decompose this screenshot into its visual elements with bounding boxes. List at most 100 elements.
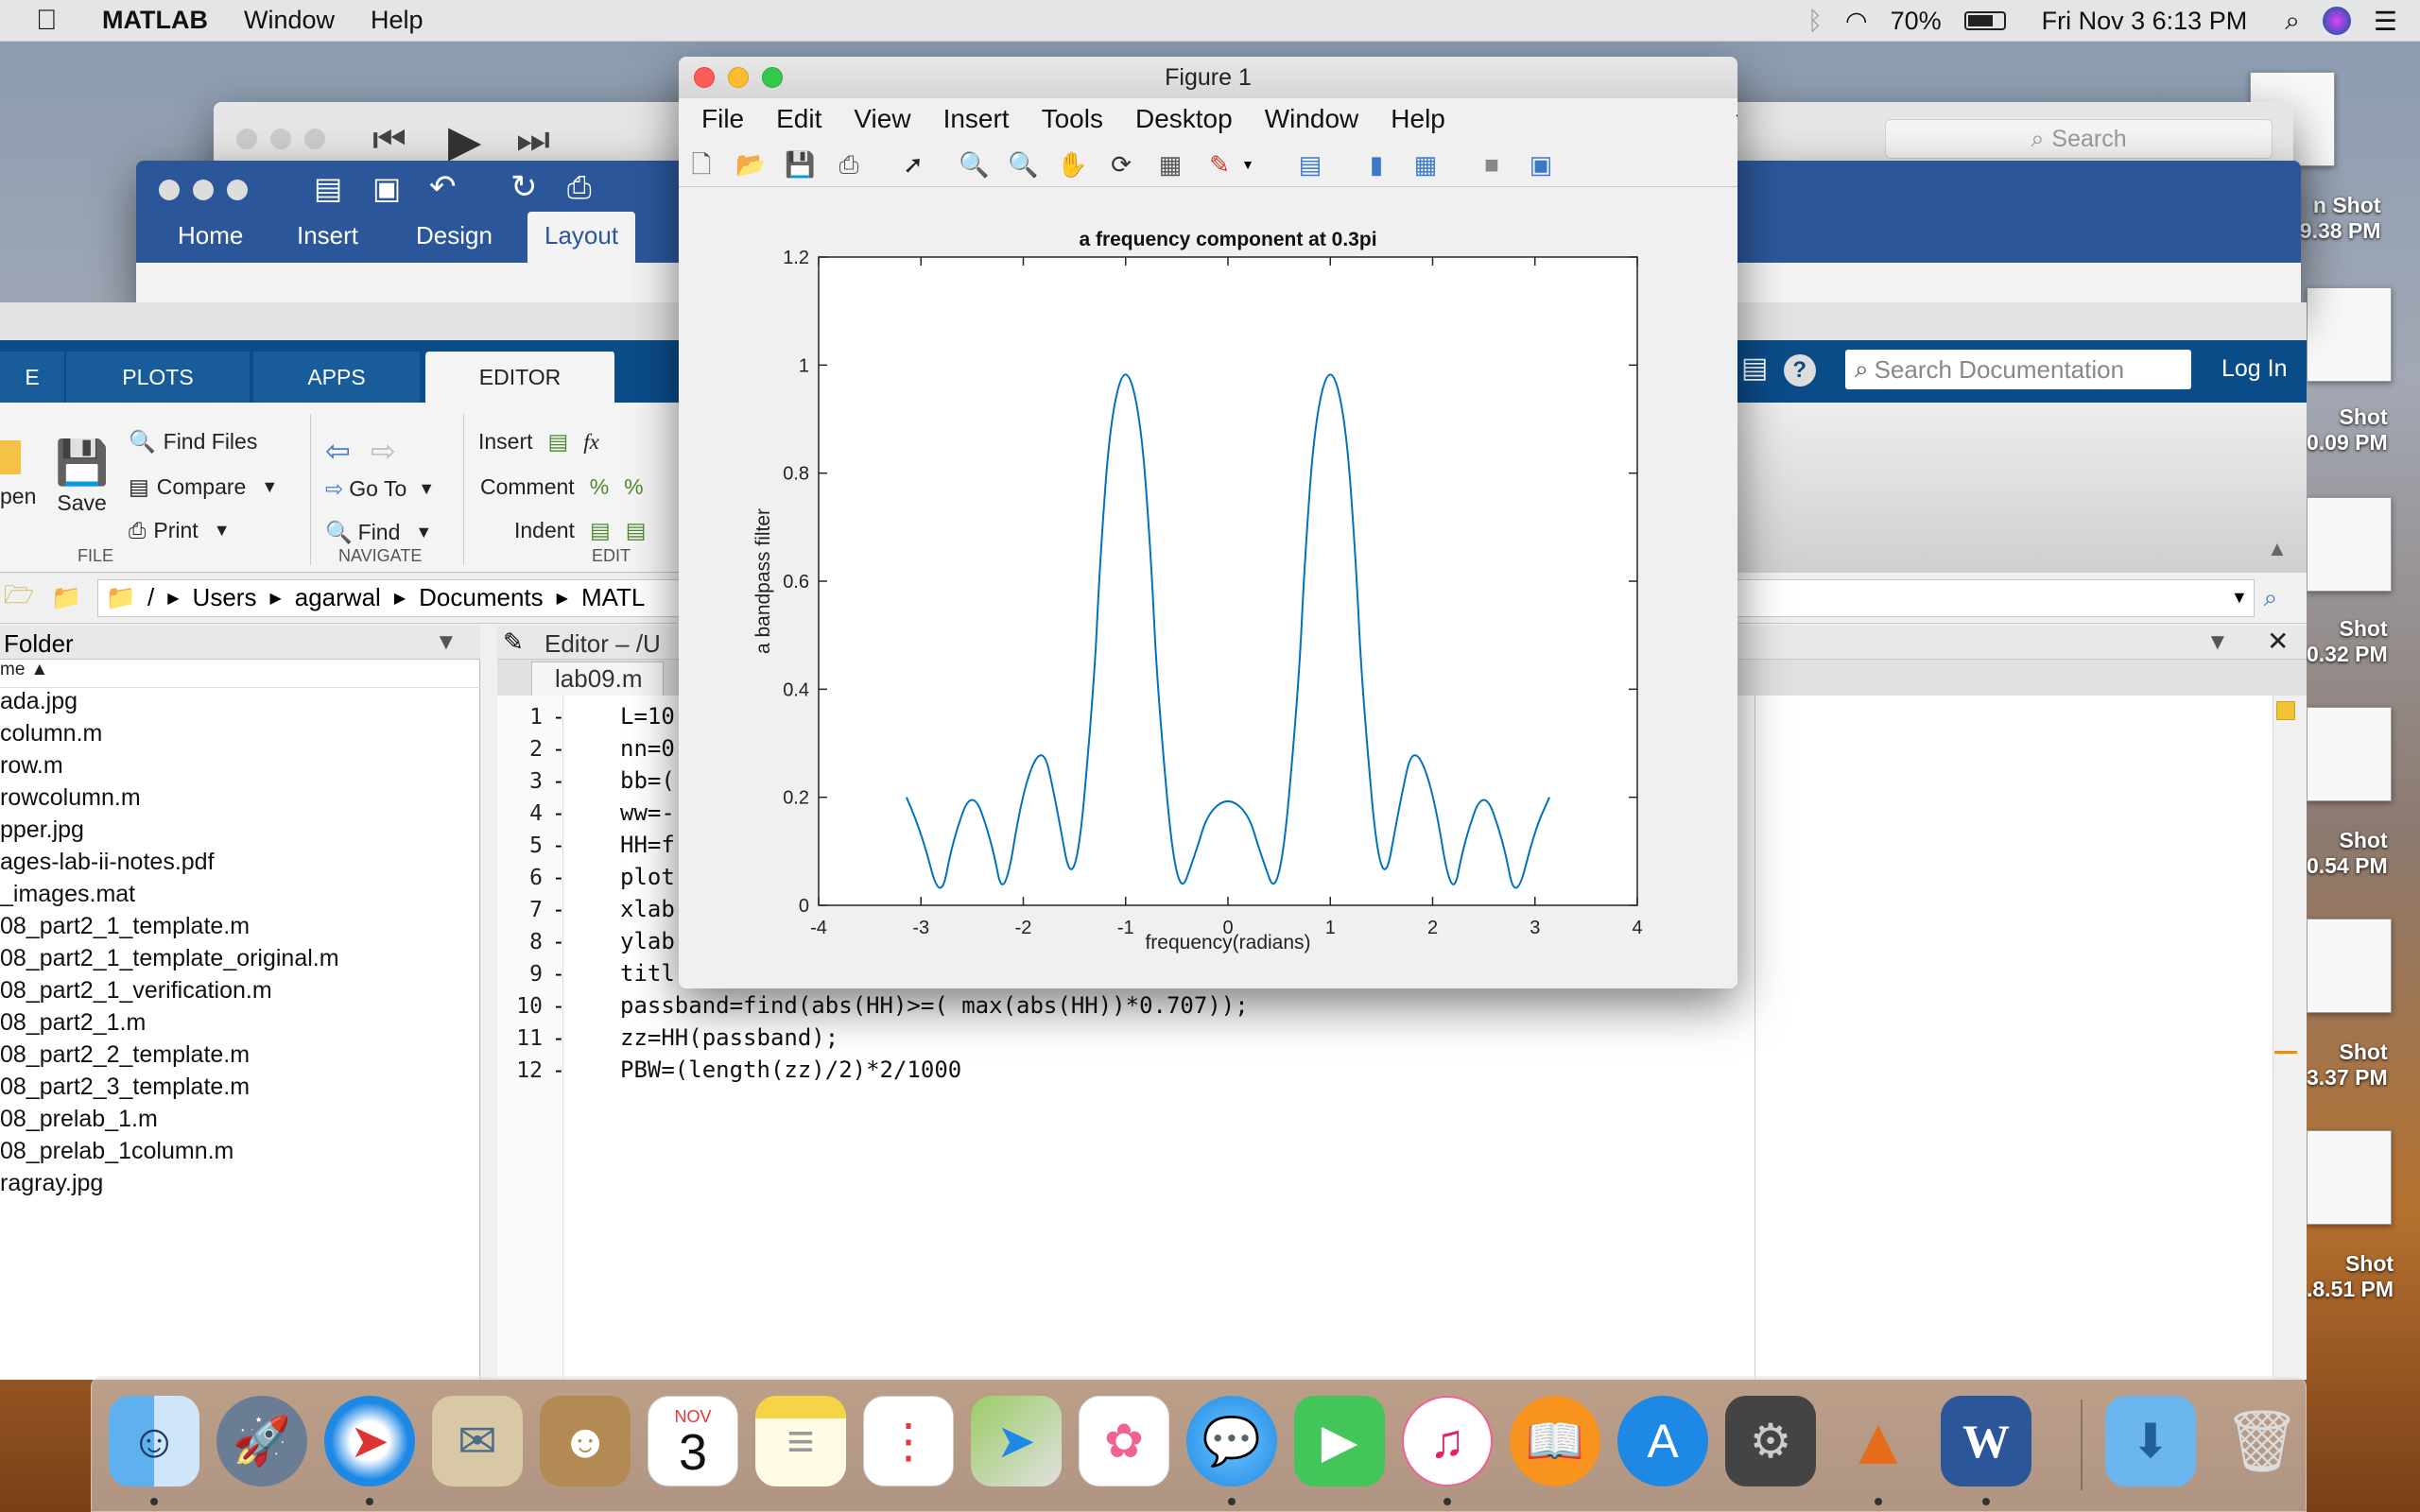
new-figure-icon[interactable]: 🗋 <box>686 149 717 180</box>
menu-insert[interactable]: Insert <box>943 104 1010 134</box>
bluetooth-icon[interactable]: ᛒ <box>1807 7 1823 36</box>
desktop-file-label[interactable]: Shot 0.32 PM <box>2307 616 2388 667</box>
tab-partial[interactable]: E <box>0 352 66 403</box>
matlab-icon[interactable]: ▲ <box>1833 1396 1924 1486</box>
play-icon[interactable]: ▶ <box>448 115 481 166</box>
menu-help[interactable]: Help <box>371 6 424 35</box>
comment-button[interactable]: Comment%% <box>480 474 644 500</box>
pan-hand-icon[interactable]: ✋ <box>1057 149 1087 180</box>
search-folder-icon[interactable]: ⌕ <box>2264 583 2278 613</box>
breakpoint-marker[interactable]: - <box>552 866 565 890</box>
clock[interactable]: Fri Nov 3 6:13 PM <box>2042 7 2248 36</box>
find-button[interactable]: 🔍 Find ▼ <box>325 520 432 545</box>
desktop-file-label[interactable]: Shot .8.51 PM <box>2307 1251 2394 1302</box>
undo-icon[interactable]: ↶ <box>429 168 457 206</box>
desktop-file-label[interactable]: n Shot ..9.38 PM <box>2288 193 2380 244</box>
rotate-3d-icon[interactable]: ⟳ <box>1106 149 1136 180</box>
siri-icon[interactable] <box>2322 7 2351 35</box>
code-line[interactable]: ylab <box>620 928 675 954</box>
chevron-down-icon[interactable]: ▼ <box>1233 149 1263 180</box>
browse-folder-icon[interactable]: 📁 <box>51 583 81 612</box>
brush-icon[interactable]: ✎ <box>1204 149 1235 180</box>
name-column-header[interactable]: me ▲ <box>0 660 480 688</box>
tab-insert[interactable]: Insert <box>297 221 358 250</box>
app-store-icon[interactable]: A <box>1617 1396 1708 1486</box>
zoom-out-icon[interactable]: 🔍 <box>1008 149 1038 180</box>
battery-percent[interactable]: 70% <box>1891 7 1942 36</box>
screenshot-thumbnail[interactable] <box>2307 1130 2392 1225</box>
code-line[interactable]: L=10 <box>620 703 675 730</box>
collapse-toolstrip-icon[interactable]: ▲ <box>2267 537 2288 561</box>
hide-plot-tools-icon[interactable]: ■ <box>1477 149 1507 180</box>
breakpoint-marker[interactable]: - <box>552 769 565 794</box>
list-item[interactable]: 08_part2_1_template.m <box>0 913 480 945</box>
back-arrow-icon[interactable]: ⇦ <box>325 433 351 469</box>
ibooks-icon[interactable]: 📖 <box>1510 1396 1600 1486</box>
apple-icon[interactable]:  <box>36 5 68 37</box>
warning-marker[interactable] <box>2274 1051 2297 1054</box>
safari-icon[interactable]: ➤ <box>324 1396 415 1486</box>
indent-button[interactable]: Indent ▤ ▤ <box>514 518 646 543</box>
menu-edit[interactable]: Edit <box>776 104 821 134</box>
search-documentation-field[interactable]: ⌕ Search Documentation <box>1845 350 2191 389</box>
breakpoint-marker[interactable]: - <box>552 705 565 730</box>
link-plot-icon[interactable]: ▤ <box>1295 149 1325 180</box>
close-icon[interactable]: ✕ <box>2267 626 2289 657</box>
edit-plot-arrow-icon[interactable]: ➚ <box>898 149 928 180</box>
list-item[interactable]: _images.mat <box>0 881 480 913</box>
tab-layout[interactable]: Layout <box>527 212 636 263</box>
screenshot-thumbnail[interactable] <box>2307 919 2392 1013</box>
panel-menu-icon[interactable]: ▼ <box>435 629 458 656</box>
photos-icon[interactable]: ✿ <box>1079 1396 1169 1486</box>
scrollbar-track[interactable] <box>2273 696 2307 1380</box>
menu-file[interactable]: File <box>701 104 744 134</box>
zoom-button[interactable] <box>762 67 783 88</box>
menu-window[interactable]: Window <box>1265 104 1359 134</box>
zoom-button[interactable] <box>304 129 325 149</box>
minimize-button[interactable] <box>728 67 749 88</box>
save-icon[interactable]: ▣ <box>372 170 401 206</box>
window-layout-icon[interactable]: ▤ <box>1741 352 1768 384</box>
maps-icon[interactable]: ➤ <box>971 1396 1062 1486</box>
code-line[interactable]: plot <box>620 864 675 890</box>
minimize-button[interactable] <box>193 180 214 200</box>
doc-search-field[interactable]: ⌕ Search <box>1885 119 2273 159</box>
trash-icon[interactable]: 🗑 <box>2217 1396 2308 1486</box>
dock-figure-icon[interactable]: ↘ <box>1734 110 1737 129</box>
redo-icon[interactable]: ↻ <box>510 168 538 206</box>
tab-home[interactable]: Home <box>178 221 243 250</box>
word-icon[interactable]: W <box>1941 1396 2031 1486</box>
close-button[interactable] <box>236 129 257 149</box>
screenshot-thumbnail[interactable] <box>2307 497 2392 592</box>
code-line[interactable]: ww=- <box>620 799 675 826</box>
close-button[interactable] <box>159 180 180 200</box>
find-files-button[interactable]: 🔍 Find Files <box>129 429 257 455</box>
insert-legend-icon[interactable]: ▦ <box>1410 149 1441 180</box>
tab-editor[interactable]: EDITOR <box>425 352 616 403</box>
list-item[interactable]: ada.jpg <box>0 688 480 720</box>
menu-desktop[interactable]: Desktop <box>1135 104 1233 134</box>
path-users[interactable]: Users <box>193 583 257 612</box>
zoom-in-icon[interactable]: 🔍 <box>959 149 989 180</box>
list-item[interactable]: 08_part2_1_verification.m <box>0 977 480 1009</box>
editor-tab-lab09[interactable]: lab09.m <box>531 662 664 696</box>
screenshot-thumbnail[interactable] <box>2307 707 2392 801</box>
code-line[interactable]: bb=( <box>620 767 675 794</box>
path-documents[interactable]: Documents <box>419 583 544 612</box>
code-line[interactable]: passband=find(abs(HH)>=( max(abs(HH))*0.… <box>620 992 1249 1019</box>
data-cursor-icon[interactable]: ▦ <box>1155 149 1185 180</box>
wifi-icon[interactable]: ◠ <box>1845 7 1868 36</box>
minimize-button[interactable] <box>270 129 291 149</box>
code-line[interactable]: nn=0 <box>620 735 675 762</box>
desktop-file-label[interactable]: Shot 0.54 PM <box>2307 828 2388 879</box>
notification-center-icon[interactable]: ☰ <box>2374 6 2397 37</box>
code-line[interactable]: titl <box>620 960 675 987</box>
breakpoint-marker[interactable]: - <box>552 962 565 987</box>
tab-design[interactable]: Design <box>416 221 493 250</box>
reminders-icon[interactable]: ⋮ <box>863 1396 954 1486</box>
breakpoint-marker[interactable]: - <box>552 801 565 826</box>
battery-icon[interactable] <box>1963 11 2006 30</box>
list-item[interactable]: row.m <box>0 752 480 784</box>
open-file-icon[interactable]: 📂 <box>735 149 766 180</box>
list-item[interactable]: 08_part2_3_template.m <box>0 1074 480 1106</box>
